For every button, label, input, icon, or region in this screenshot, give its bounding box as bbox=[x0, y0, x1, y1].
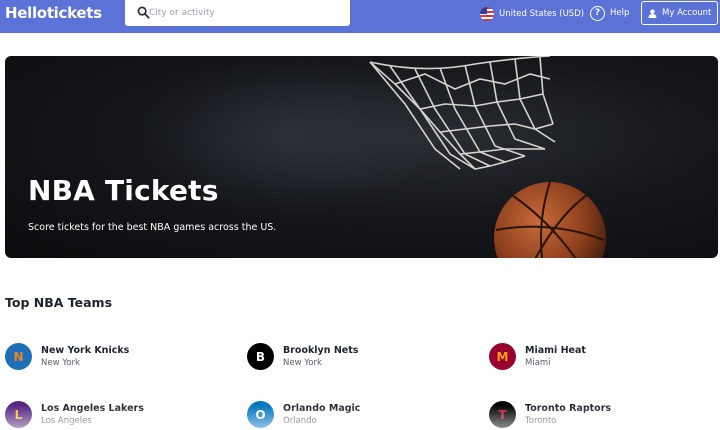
team-city: Orlando bbox=[283, 416, 317, 426]
team-avatar: L bbox=[5, 401, 32, 428]
page-title: NBA Tickets bbox=[28, 174, 219, 207]
team-name: Miami Heat bbox=[525, 345, 586, 356]
team-avatar: B bbox=[247, 343, 274, 370]
team-city: Los Angeles bbox=[41, 416, 92, 426]
help-link[interactable]: ? Help bbox=[590, 5, 629, 21]
team-city: Toronto bbox=[525, 416, 557, 426]
team-card-knicks[interactable]: N New York Knicks New York bbox=[5, 343, 129, 370]
search-box[interactable] bbox=[125, 0, 350, 26]
search-input[interactable] bbox=[149, 4, 344, 22]
team-card-magic[interactable]: O Orlando Magic Orlando bbox=[247, 401, 360, 428]
team-name: Toronto Raptors bbox=[525, 403, 612, 414]
team-city: New York bbox=[283, 358, 322, 368]
team-avatar: O bbox=[247, 401, 274, 428]
team-card-raptors[interactable]: T Toronto Raptors Toronto bbox=[489, 401, 611, 428]
team-name: New York Knicks bbox=[41, 345, 130, 356]
help-label: Help bbox=[610, 8, 630, 18]
basketball-image bbox=[494, 181, 606, 258]
my-account-button[interactable]: My Account bbox=[641, 1, 718, 25]
section-title-top-teams: Top NBA Teams bbox=[5, 295, 113, 310]
us-flag-icon bbox=[480, 7, 494, 21]
top-nav-bar: Hellotickets United States (USD) ? Help … bbox=[0, 0, 720, 33]
team-avatar: M bbox=[489, 343, 516, 370]
my-account-label: My Account bbox=[662, 8, 712, 18]
team-card-lakers[interactable]: L Los Angeles Lakers Los Angeles bbox=[5, 401, 144, 428]
team-city: New York bbox=[41, 358, 80, 368]
team-card-nets[interactable]: B Brooklyn Nets New York bbox=[247, 343, 358, 370]
hero-banner: NBA Tickets Score tickets for the best N… bbox=[5, 56, 718, 258]
hero-subtitle: Score tickets for the best NBA games acr… bbox=[28, 222, 277, 233]
basketball-net-image bbox=[369, 56, 556, 170]
question-mark-icon: ? bbox=[590, 5, 605, 21]
team-card-heat[interactable]: M Miami Heat Miami bbox=[489, 343, 586, 370]
team-name: Los Angeles Lakers bbox=[41, 403, 144, 414]
team-avatar: N bbox=[5, 343, 32, 370]
currency-label: United States (USD) bbox=[499, 9, 585, 19]
team-name: Brooklyn Nets bbox=[283, 345, 359, 356]
team-city: Miami bbox=[525, 358, 551, 368]
user-icon bbox=[648, 9, 657, 18]
team-name: Orlando Magic bbox=[283, 403, 361, 414]
team-avatar: T bbox=[489, 401, 516, 428]
logo[interactable]: Hellotickets bbox=[5, 4, 102, 22]
currency-selector[interactable]: United States (USD) bbox=[480, 6, 584, 22]
